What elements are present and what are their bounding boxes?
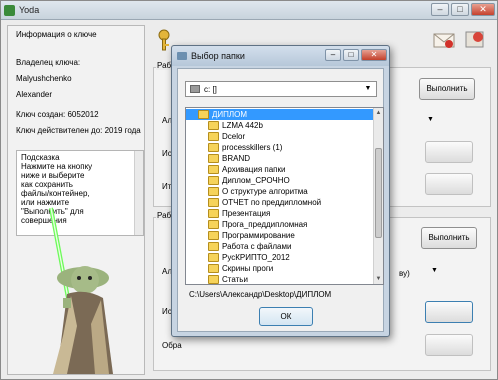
- yoda-image: [49, 207, 113, 374]
- folder-picker-dialog: Выбор папки – □ ✕ c: [] ▼ ДИПЛОМ LZMA 44…: [171, 45, 390, 337]
- folder-item[interactable]: О структуре алгоритма: [186, 186, 374, 197]
- scroll-up-icon[interactable]: ▲: [374, 108, 383, 118]
- hint-line: файлы/контейнер,: [21, 189, 90, 198]
- folder-item[interactable]: Архивация папки: [186, 164, 374, 175]
- execute-button[interactable]: Выполнить: [421, 227, 477, 249]
- folder-item[interactable]: Презентация: [186, 208, 374, 219]
- hint-line: Нажмите на кнопку: [21, 162, 93, 171]
- key-valid-until: Ключ действителен до: 2019 года: [16, 126, 141, 135]
- app-icon: [4, 5, 15, 16]
- folder-item[interactable]: LZMA 442b: [186, 120, 374, 131]
- combo-arrow-icon[interactable]: ▼: [427, 116, 434, 123]
- folder-icon: [208, 143, 219, 152]
- ok-button[interactable]: ОК: [259, 307, 313, 326]
- title-bar: Yoda – □ ✕: [1, 1, 497, 20]
- minimize-button[interactable]: –: [325, 49, 341, 61]
- dialog-body: c: [] ▼ ДИПЛОМ LZMA 442b Dcelor processk…: [177, 68, 384, 332]
- key-created: Ключ создан: 6052012: [16, 110, 99, 119]
- combo-arrow-icon[interactable]: ▼: [431, 267, 438, 274]
- help-icon[interactable]: [464, 31, 486, 49]
- folder-icon: [208, 275, 219, 284]
- owner-label: Владелец ключа:: [16, 58, 81, 67]
- folder-icon: [208, 132, 219, 141]
- key-info-title: Информация о ключе: [16, 30, 97, 39]
- drive-value: c: []: [204, 85, 217, 94]
- folder-icon: [208, 154, 219, 163]
- close-button[interactable]: ✕: [361, 49, 387, 61]
- chevron-down-icon[interactable]: ▼: [362, 84, 374, 94]
- folder-list[interactable]: ДИПЛОМ LZMA 442b Dcelor processkillers (…: [185, 107, 384, 285]
- folder-list-scrollbar[interactable]: ▲ ▼: [373, 108, 383, 284]
- folder-icon: [208, 231, 219, 240]
- folder-item[interactable]: Диплом_СРОЧНО: [186, 175, 374, 186]
- selected-path: C:\Users\Александр\Desktop\ДИПЛОМ: [189, 290, 332, 299]
- folder-item[interactable]: ОТЧЕТ по преддипломной: [186, 197, 374, 208]
- hint-scrollbar[interactable]: [134, 151, 143, 235]
- hint-line: как сохранить: [21, 180, 73, 189]
- folder-icon: [208, 209, 219, 218]
- folder-icon: [208, 165, 219, 174]
- drive-icon: [190, 85, 200, 93]
- folder-icon: [208, 121, 219, 130]
- drive-select[interactable]: c: [] ▼: [185, 81, 377, 97]
- browse-button[interactable]: [425, 334, 473, 356]
- folder-icon: [198, 110, 209, 119]
- dialog-title-bar: Выбор папки – □ ✕: [172, 46, 389, 66]
- folder-item[interactable]: processkillers (1): [186, 142, 374, 153]
- scroll-down-icon[interactable]: ▼: [374, 274, 383, 284]
- owner-name: Malyushchenko: [16, 74, 72, 83]
- folder-item[interactable]: ДИПЛОМ: [186, 109, 374, 120]
- folder-icon: [208, 198, 219, 207]
- processing-label: Обра: [162, 341, 182, 350]
- folder-item[interactable]: РусКРИПТО_2012: [186, 252, 374, 263]
- browse-button[interactable]: [425, 173, 473, 195]
- hint-title: Подсказка: [21, 153, 60, 162]
- folder-item[interactable]: Скрины проги: [186, 263, 374, 274]
- algorithm-combo-tail[interactable]: ву): [399, 269, 410, 278]
- owner-first-name: Alexander: [16, 90, 53, 99]
- folder-item[interactable]: Прога_преддипломная: [186, 219, 374, 230]
- execute-button[interactable]: Выполнить: [419, 78, 475, 100]
- folder-icon: [208, 253, 219, 262]
- folder-icon: [177, 52, 187, 60]
- maximize-button[interactable]: □: [451, 3, 469, 16]
- scroll-thumb[interactable]: [375, 148, 382, 238]
- browse-button[interactable]: [425, 141, 473, 163]
- folder-item[interactable]: Dcelor: [186, 131, 374, 142]
- folder-icon: [208, 242, 219, 251]
- window-title: Yoda: [19, 5, 40, 15]
- folder-icon: [208, 220, 219, 229]
- folder-icon: [208, 264, 219, 273]
- folder-item[interactable]: Программирование: [186, 230, 374, 241]
- folder-item[interactable]: BRAND: [186, 153, 374, 164]
- folder-icon: [208, 176, 219, 185]
- close-button[interactable]: ✕: [471, 3, 495, 16]
- folder-item[interactable]: Работа с файлами: [186, 241, 374, 252]
- minimize-button[interactable]: –: [431, 3, 449, 16]
- maximize-button[interactable]: □: [343, 49, 359, 61]
- mail-icon[interactable]: [433, 31, 455, 49]
- folder-icon: [208, 187, 219, 196]
- dialog-title: Выбор папки: [191, 51, 245, 61]
- folder-item[interactable]: Статьи: [186, 274, 374, 284]
- hint-line: ниже и выберите: [21, 171, 85, 180]
- browse-button[interactable]: [425, 301, 473, 323]
